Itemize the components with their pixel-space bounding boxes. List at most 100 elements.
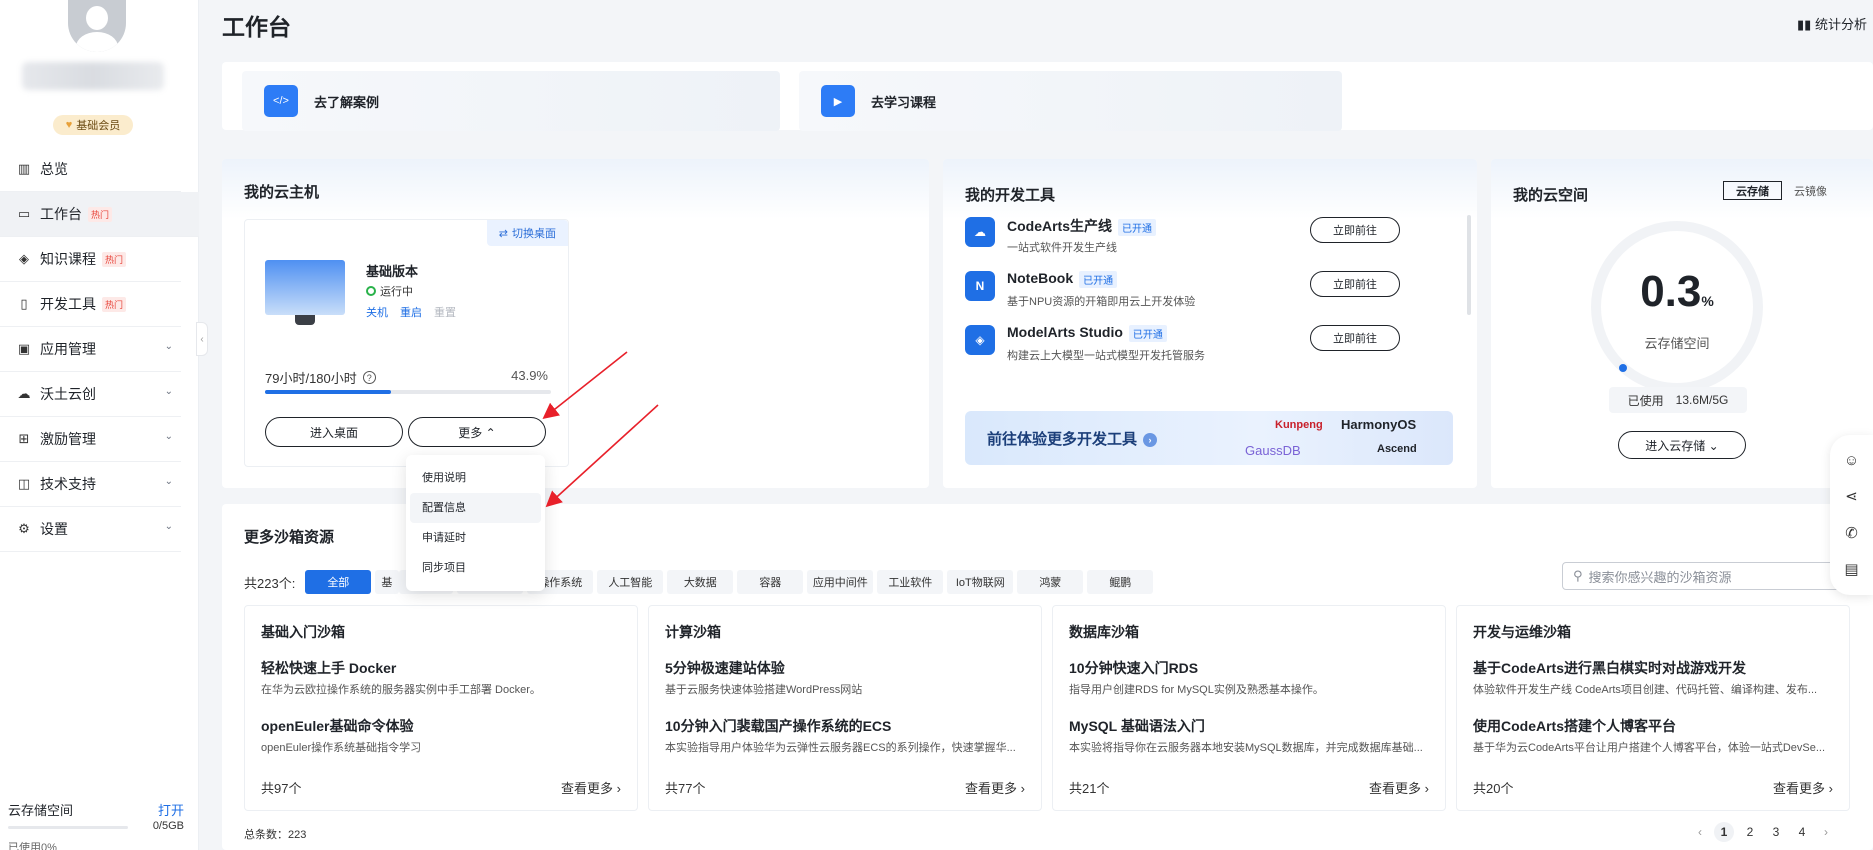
brand-ascend: Ascend — [1377, 443, 1417, 455]
sandbox-item-title[interactable]: 轻松快速上手 Docker — [261, 658, 396, 678]
storage-size: 0/5GB — [152, 820, 184, 832]
chevron-down-icon[interactable]: ⌄ — [165, 431, 173, 442]
member-badge[interactable]: ♥ 基础会员 — [53, 115, 133, 135]
sandbox-card: 计算沙箱 5分钟极速建站体验 基于云服务快速体验搭建WordPress网站 10分钟… — [648, 605, 1042, 811]
stats-link[interactable]: ▮▮ 统计分析 — [1797, 14, 1867, 33]
go-now-button[interactable]: 立即前往 — [1310, 271, 1400, 297]
storage-open-link[interactable]: 打开 — [158, 800, 184, 819]
enter-storage-button[interactable]: 进入云存储 ⌄ — [1618, 431, 1746, 459]
total-count: 总条数：223 — [244, 829, 307, 841]
sidebar-storage: 云存储空间 打开 0/5GB 已使用0% — [8, 800, 184, 850]
devtool-row: ☁ CodeArts生产线 已开通 一站式软件开发生产线 立即前往 — [965, 217, 1435, 273]
tab-cloud-image[interactable]: 云镜像 — [1782, 181, 1839, 200]
cloud-host-title: 我的云主机 — [244, 184, 320, 201]
go-now-button[interactable]: 立即前往 — [1310, 217, 1400, 243]
page-number[interactable]: 2 — [1740, 822, 1760, 842]
category-chip[interactable]: 应用中间件 — [807, 570, 874, 594]
category-chip[interactable]: 容器 — [737, 570, 804, 594]
collapse-sidebar-handle[interactable]: ‹ — [196, 322, 208, 356]
chevron-down-icon[interactable]: ⌄ — [165, 341, 173, 352]
dropdown-item-apply-extension[interactable]: 申请延时 — [410, 523, 541, 553]
share-icon[interactable]: ⋖ — [1845, 487, 1858, 505]
switch-desktop-button[interactable]: ⇄ 切换桌面 — [486, 220, 568, 246]
tab-cloud-storage[interactable]: 云存储 — [1723, 181, 1782, 200]
sidebar-item-label: 工作台 — [40, 206, 82, 222]
chart-icon: ▥ — [17, 161, 31, 176]
sidebar-item[interactable]: ▯ 开发工具 热门 — [0, 282, 181, 327]
devtools-panel: 我的开发工具 ☁ CodeArts生产线 已开通 一站式软件开发生产线 立即前往 N… — [943, 159, 1477, 488]
sandbox-card: 数据库沙箱 10分钟快速入门RDS 指导用户创建RDS for MySQL实例及熟… — [1052, 605, 1446, 811]
case-banner-card[interactable]: </> 去了解案例 — [242, 71, 780, 131]
sidebar-item[interactable]: ⚙ 设置 ⌄ — [0, 507, 181, 552]
devtool-name: NoteBook 已开通 — [1007, 270, 1118, 288]
reset-link[interactable]: 重置 — [434, 304, 456, 320]
dropdown-item-config-info[interactable]: 配置信息 — [410, 493, 541, 523]
smile-icon[interactable]: ☺ — [1844, 452, 1859, 469]
view-more-link[interactable]: 查看更多 › — [965, 778, 1025, 797]
sandbox-item-title[interactable]: 使用CodeArts搭建个人博客平台 — [1473, 716, 1676, 736]
sandbox-search-input[interactable]: ⚲ 搜索你感兴趣的沙箱资源 — [1562, 562, 1873, 590]
sidebar-item[interactable]: ▭ 工作台 热门 — [0, 192, 199, 237]
chevron-down-icon[interactable]: ⌄ — [165, 386, 173, 397]
sandbox-item-title[interactable]: 基于CodeArts进行黑白棋实时对战游戏开发 — [1473, 658, 1746, 678]
enter-desktop-button[interactable]: 进入桌面 — [265, 417, 403, 447]
view-more-link[interactable]: 查看更多 › — [1773, 778, 1833, 797]
storage-used-box: 已使用 13.6M/5G — [1609, 387, 1747, 413]
avatar[interactable] — [68, 0, 126, 52]
page-number[interactable]: 1 — [1714, 822, 1734, 842]
explore-more-tools-banner[interactable]: 前往体验更多开发工具 › Kunpeng HarmonyOS GaussDB As… — [965, 411, 1453, 465]
devtool-desc: 一站式软件开发生产线 — [1007, 242, 1117, 254]
sandbox-item-desc: 本实验指导用户体验华为云弹性云服务器ECS的系列操作，快速掌握华... — [665, 742, 1016, 754]
devtools-icon: ▯ — [20, 296, 28, 311]
sidebar-item[interactable]: ⊞ 激励管理 ⌄ — [0, 417, 181, 462]
monitor-icon — [265, 260, 345, 315]
category-chip[interactable]: 工业软件 — [877, 570, 944, 594]
category-chip[interactable]: IoT物联网 — [947, 570, 1014, 594]
sandbox-item-desc: 在华为云欧拉操作系统的服务器实例中手工部署 Docker。 — [261, 684, 541, 696]
chevron-down-icon[interactable]: ⌄ — [165, 521, 173, 532]
sidebar-item[interactable]: ☁ 沃土云创 ⌄ — [0, 372, 181, 417]
sidebar-item[interactable]: ◈ 知识课程 热门 — [0, 237, 181, 282]
view-more-link[interactable]: 查看更多 › — [561, 778, 621, 797]
sidebar-item[interactable]: ▣ 应用管理 ⌄ — [0, 327, 181, 372]
help-icon[interactable]: ? — [362, 371, 376, 384]
host-status: 运行中 — [366, 283, 413, 299]
page-number[interactable]: 3 — [1766, 822, 1786, 842]
sandbox-item-title[interactable]: openEuler基础命令体验 — [261, 716, 413, 736]
phone-icon[interactable]: ✆ — [1845, 524, 1858, 542]
brand-kunpeng: Kunpeng — [1275, 419, 1323, 431]
category-chip[interactable]: 基 — [375, 570, 400, 594]
feedback-icon[interactable]: ▤ — [1844, 560, 1858, 578]
dropdown-item-sync-project[interactable]: 同步项目 — [410, 553, 541, 583]
sandbox-item-title[interactable]: 10分钟入门裴载国产操作系统的ECS — [665, 716, 891, 736]
dropdown-item-usage-guide[interactable]: 使用说明 — [410, 463, 541, 493]
category-chip[interactable]: 大数据 — [667, 570, 734, 594]
prev-page-icon[interactable]: ‹ — [1692, 825, 1708, 839]
page-number[interactable]: 4 — [1792, 822, 1812, 842]
chevron-down-icon[interactable]: ⌄ — [165, 476, 173, 487]
view-more-link[interactable]: 查看更多 › — [1369, 778, 1429, 797]
next-page-icon[interactable]: › — [1818, 825, 1834, 839]
course-banner-card[interactable]: ▶ 去学习课程 — [799, 71, 1342, 131]
sidebar-item[interactable]: ◫ 技术支持 ⌄ — [0, 462, 181, 507]
category-chip[interactable]: 人工智能 — [597, 570, 664, 594]
shutdown-link[interactable]: 关机 — [366, 304, 388, 320]
sandbox-item-title[interactable]: 10分钟快速入门RDS — [1069, 658, 1198, 678]
sandbox-item-title[interactable]: 5分钟极速建站体验 — [665, 658, 785, 678]
pagination: ‹ 1 2 3 4 › — [1692, 822, 1834, 842]
app-icon: ▣ — [17, 341, 31, 356]
category-chip[interactable]: 鸿蒙 — [1017, 570, 1084, 594]
category-chip[interactable]: 全部 — [305, 570, 372, 594]
sandbox-item-desc: 基于云服务快速体验搭建WordPress网站 — [665, 684, 863, 696]
sidebar-item[interactable]: ▥ 总览 — [0, 147, 181, 192]
restart-link[interactable]: 重启 — [400, 304, 422, 320]
workbench-icon: ▭ — [17, 206, 31, 221]
devtools-scrollbar[interactable] — [1467, 215, 1471, 315]
more-dropdown-menu: 使用说明 配置信息 申请延时 同步项目 — [406, 455, 545, 591]
sandbox-item-title[interactable]: MySQL 基础语法入门 — [1069, 716, 1205, 736]
arrow-right-icon: › — [1143, 433, 1158, 448]
more-button[interactable]: 更多 ⌃ — [408, 417, 546, 447]
go-now-button[interactable]: 立即前往 — [1310, 325, 1400, 351]
category-chip[interactable]: 鲲鹏 — [1087, 570, 1154, 594]
cloud-space-title: 我的云空间 — [1513, 187, 1589, 204]
